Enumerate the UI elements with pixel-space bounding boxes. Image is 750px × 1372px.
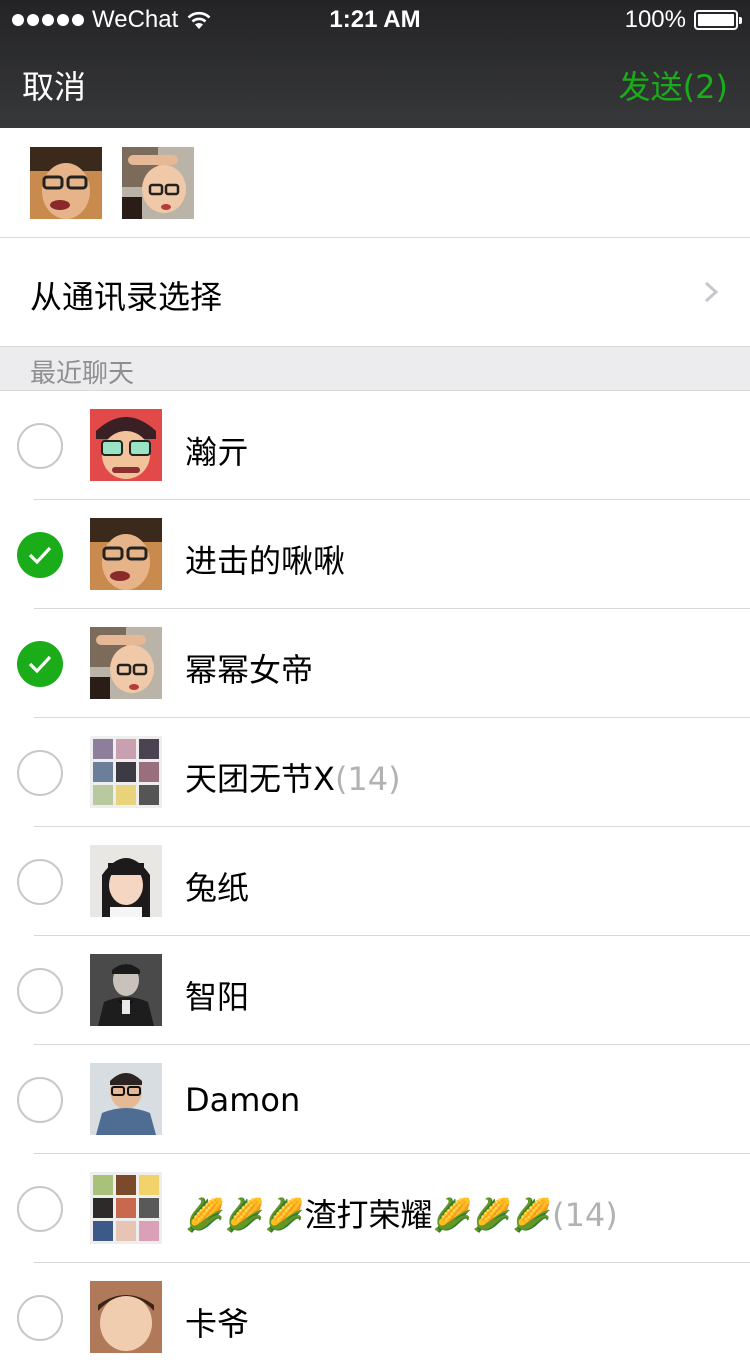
cancel-button[interactable]: 取消 — [22, 62, 86, 108]
group-avatar — [90, 1172, 162, 1244]
chat-row[interactable]: 智阳 — [0, 936, 750, 1045]
select-from-contacts-row[interactable]: 从通讯录选择 — [0, 238, 750, 346]
selected-avatar-1[interactable] — [30, 147, 102, 219]
unchecked-radio-icon[interactable] — [17, 1186, 63, 1232]
chat-name: 进击的啾啾 — [185, 542, 346, 580]
avatar — [90, 627, 162, 699]
section-title: 最近聊天 — [30, 359, 135, 389]
chat-row[interactable]: 卡爷 — [0, 1263, 750, 1372]
unchecked-radio-icon[interactable] — [17, 423, 63, 469]
battery-icon — [694, 10, 742, 30]
checked-radio-icon[interactable] — [17, 641, 63, 687]
chat-row[interactable]: 兔纸 — [0, 827, 750, 936]
unchecked-radio-icon[interactable] — [17, 968, 63, 1014]
chat-row[interactable]: Damon — [0, 1045, 750, 1154]
chat-name: 天团无节X(14) — [185, 760, 401, 798]
unchecked-radio-icon[interactable] — [17, 1295, 63, 1341]
chat-name: 幂幂女帝 — [185, 651, 314, 689]
chat-row[interactable]: 进击的啾啾 — [0, 500, 750, 609]
unchecked-radio-icon[interactable] — [17, 750, 63, 796]
avatar — [90, 1281, 162, 1353]
send-button[interactable]: 发送(2) — [619, 62, 728, 108]
chat-name: 智阳 — [185, 978, 250, 1016]
chat-name: 兔纸 — [185, 869, 250, 907]
member-count: (14) — [334, 760, 401, 798]
battery-info: 100% — [624, 6, 742, 34]
avatar — [90, 1063, 162, 1135]
selected-contacts-strip — [0, 128, 750, 238]
unchecked-radio-icon[interactable] — [17, 1077, 63, 1123]
recent-chats-header: 最近聊天 — [0, 346, 750, 391]
selected-avatar-2[interactable] — [122, 147, 194, 219]
select-from-contacts-label: 从通讯录选择 — [30, 278, 223, 316]
status-bar: WeChat 1:21 AM 100% — [0, 0, 750, 40]
chat-row[interactable]: 🌽🌽🌽渣打荣耀🌽🌽🌽(14) — [0, 1154, 750, 1263]
navigation-bar: WeChat 1:21 AM 100% 取消 发送(2) — [0, 0, 750, 128]
avatar — [90, 409, 162, 481]
chat-name: 🌽🌽🌽渣打荣耀🌽🌽🌽(14) — [185, 1196, 618, 1234]
chevron-right-icon — [704, 281, 719, 303]
avatar — [90, 518, 162, 590]
avatar — [90, 845, 162, 917]
chat-name: 卡爷 — [185, 1305, 250, 1343]
chat-row[interactable]: 幂幂女帝 — [0, 609, 750, 718]
avatar — [90, 954, 162, 1026]
unchecked-radio-icon[interactable] — [17, 859, 63, 905]
group-avatar — [90, 736, 162, 808]
chat-row[interactable]: 瀚亓 — [0, 391, 750, 500]
member-count: (14) — [552, 1196, 618, 1234]
chat-name: 瀚亓 — [185, 433, 250, 471]
chat-name: Damon — [185, 1081, 301, 1119]
chat-row[interactable]: 天团无节X(14) — [0, 718, 750, 827]
battery-percent: 100% — [624, 6, 686, 33]
checked-radio-icon[interactable] — [17, 532, 63, 578]
